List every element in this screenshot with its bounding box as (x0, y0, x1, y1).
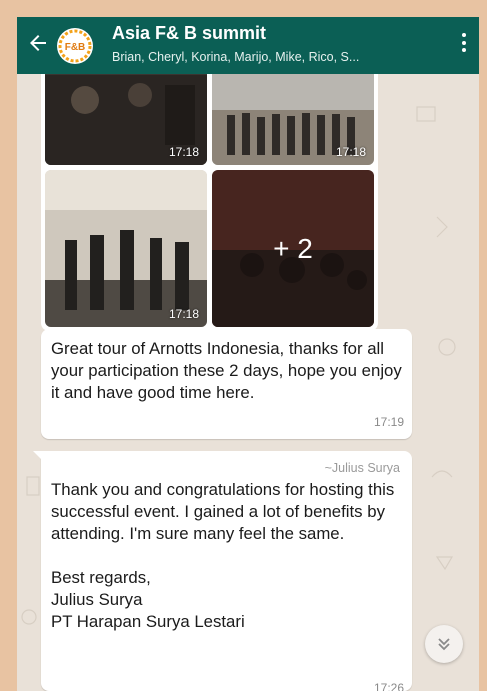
participants-list[interactable]: Brian, Cheryl, Korina, Marijo, Mike, Ric… (112, 50, 359, 64)
scroll-to-bottom-button[interactable] (425, 625, 463, 663)
message-text: Thank you and congratulations for hostin… (51, 480, 395, 631)
message-bubble[interactable]: ~Julius Surya Thank you and congratulati… (33, 451, 412, 691)
back-arrow-icon[interactable] (26, 31, 50, 55)
double-chevron-down-icon (438, 638, 450, 651)
chat-screen: F&B Asia F& B summit Brian, Cheryl, Kori… (17, 17, 479, 691)
photo-time: 17:18 (168, 307, 199, 321)
album-photo-more[interactable]: + 2 (212, 170, 374, 327)
more-photos-count[interactable]: + 2 (212, 170, 374, 327)
chat-title[interactable]: Asia F& B summit (112, 23, 266, 44)
album-photo-3[interactable]: 17:18 (45, 170, 207, 327)
group-avatar[interactable]: F&B (57, 28, 93, 64)
message-time: 17:19 (373, 415, 404, 429)
avatar-logo-text: F&B (65, 42, 86, 53)
message-text: Great tour of Arnotts Indonesia, thanks … (51, 339, 402, 402)
message-bubble[interactable]: Great tour of Arnotts Indonesia, thanks … (41, 329, 412, 439)
message-sender[interactable]: ~Julius Surya (325, 457, 400, 479)
photo-time: 17:18 (335, 145, 366, 159)
photo-time: 17:18 (168, 145, 199, 159)
chat-header: F&B Asia F& B summit Brian, Cheryl, Kori… (17, 17, 479, 74)
message-time: 17:26 (373, 681, 404, 691)
more-options-icon[interactable] (461, 33, 467, 55)
